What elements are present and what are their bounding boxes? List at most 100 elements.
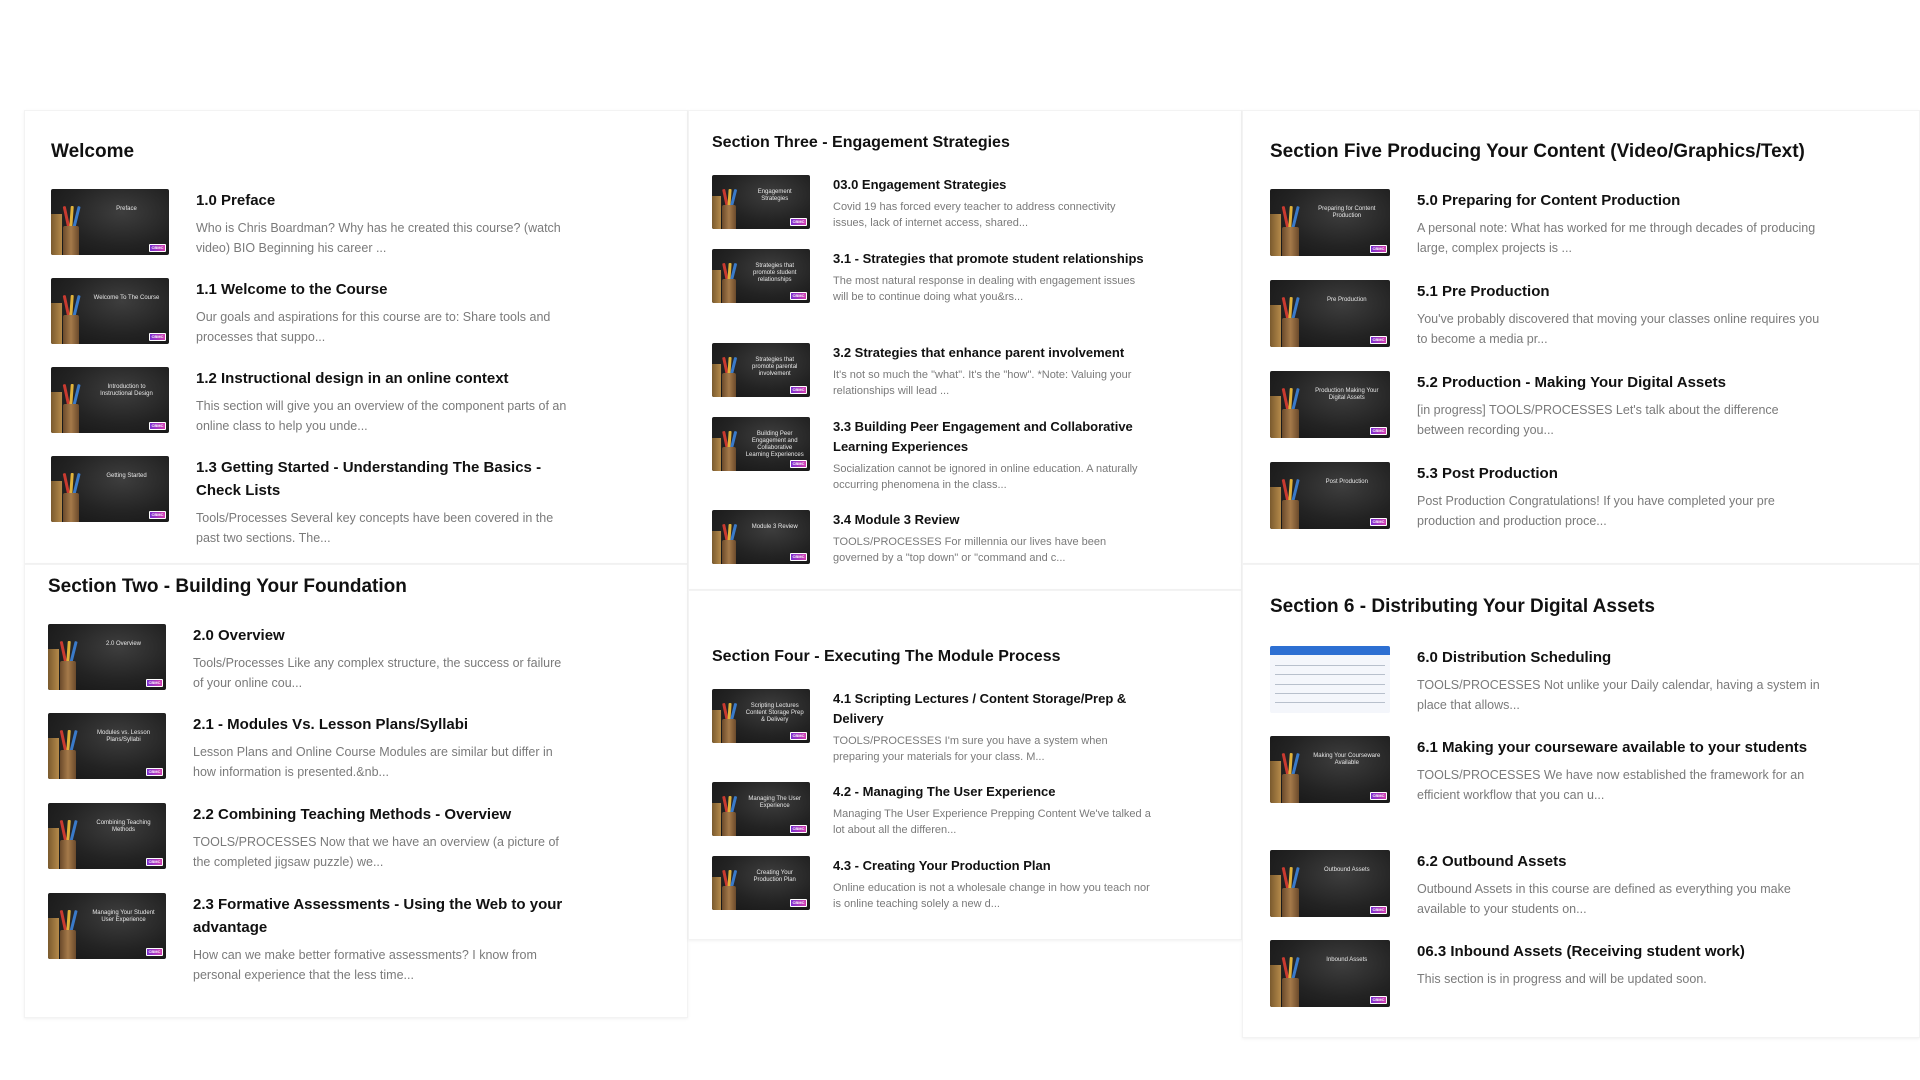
lesson-item[interactable]: Creating Your Production Plan CBMC 4.3 - … <box>712 856 1152 912</box>
section-six-title: Section 6 - Distributing Your Digital As… <box>1270 596 1655 617</box>
lesson-thumbnail[interactable]: Making Your Courseware Available CBMC <box>1270 736 1390 803</box>
lesson-title[interactable]: 5.3 Post Production <box>1417 462 1820 485</box>
lesson-item[interactable]: Production Making Your Digital Assets CBM… <box>1270 371 1820 440</box>
lesson-title[interactable]: 1.0 Preface <box>196 189 571 212</box>
lesson-title[interactable]: 5.2 Production - Making Your Digital Ass… <box>1417 371 1820 394</box>
lesson-title[interactable]: 3.4 Module 3 Review <box>833 510 1152 530</box>
lesson-item[interactable]: Building Peer Engagement and Collaborati… <box>712 417 1152 493</box>
lesson-title[interactable]: 3.2 Strategies that enhance parent invol… <box>833 343 1152 363</box>
lesson-item[interactable]: Outbound Assets CBMC 6.2 Outbound Assets … <box>1270 850 1820 919</box>
lesson-thumbnail[interactable]: Building Peer Engagement and Collaborati… <box>712 417 810 471</box>
lesson-description: TOOLS/PROCESSES I'm sure you have a syst… <box>833 735 1108 763</box>
lesson-thumbnail[interactable] <box>1270 646 1390 713</box>
lesson-description: Outbound Assets in this course are defin… <box>1417 882 1791 916</box>
lesson-title[interactable]: 3.3 Building Peer Engagement and Collabo… <box>833 417 1152 457</box>
lesson-thumbnail[interactable]: Inbound Assets CBMC <box>1270 940 1390 1007</box>
lesson-item[interactable]: Preface CBMC 1.0 Preface Who is Chris Boa… <box>51 189 571 258</box>
lesson-title[interactable]: 1.3 Getting Started - Understanding The … <box>196 456 571 502</box>
lesson-item[interactable]: Introduction to Instructional Design CBMC… <box>51 367 571 436</box>
lesson-thumbnail[interactable]: Pre Production CBMC <box>1270 280 1390 347</box>
section-four-title: Section Four - Executing The Module Proc… <box>712 648 1061 665</box>
lesson-description: Socialization cannot be ignored in onlin… <box>833 463 1138 491</box>
lesson-title[interactable]: 4.1 Scripting Lectures / Content Storage… <box>833 689 1152 729</box>
lesson-thumbnail[interactable]: Engagement Strategies CBMC <box>712 175 810 229</box>
lesson-item[interactable]: Preparing for Content Production CBMC 5.0… <box>1270 189 1820 258</box>
section-two-title: Section Two - Building Your Foundation <box>48 576 407 597</box>
lesson-item[interactable]: Welcome To The Course CBMC 1.1 Welcome to… <box>51 278 571 347</box>
lesson-thumbnail[interactable]: Scripting Lectures Content Storage Prep … <box>712 689 810 743</box>
lesson-description: TOOLS/PROCESSES Now that we have an over… <box>193 835 559 869</box>
lesson-description: Tools/Processes Several key concepts hav… <box>196 511 554 545</box>
lesson-description: This section will give you an overview o… <box>196 399 567 433</box>
lesson-thumbnail[interactable]: Strategies that promote parental involve… <box>712 343 810 397</box>
lesson-item[interactable]: Pre Production CBMC 5.1 Pre Production Yo… <box>1270 280 1820 349</box>
lesson-thumbnail[interactable]: Preparing for Content Production CBMC <box>1270 189 1390 256</box>
lesson-thumbnail[interactable]: 2.0 Overview CBMC <box>48 624 166 690</box>
lesson-title[interactable]: 3.1 - Strategies that promote student re… <box>833 249 1152 269</box>
lesson-description: Online education is not a wholesale chan… <box>833 882 1150 910</box>
lesson-item[interactable]: Managing The User Experience CBMC 4.2 - M… <box>712 782 1152 838</box>
section-three-title: Section Three - Engagement Strategies <box>712 134 1010 151</box>
lesson-thumbnail[interactable]: Introduction to Instructional Design CBMC <box>51 367 169 433</box>
lesson-description: How can we make better formative assessm… <box>193 948 537 982</box>
lesson-description: [in progress] TOOLS/PROCESSES Let's talk… <box>1417 403 1779 437</box>
lesson-thumbnail[interactable]: Creating Your Production Plan CBMC <box>712 856 810 910</box>
lesson-thumbnail[interactable]: Outbound Assets CBMC <box>1270 850 1390 917</box>
lesson-title[interactable]: 1.1 Welcome to the Course <box>196 278 571 301</box>
lesson-title[interactable]: 5.1 Pre Production <box>1417 280 1820 303</box>
lesson-title[interactable]: 2.3 Formative Assessments - Using the We… <box>193 893 571 939</box>
lesson-thumbnail[interactable]: Module 3 Review CBMC <box>712 510 810 564</box>
lesson-description: A personal note: What has worked for me … <box>1417 221 1816 255</box>
lesson-item[interactable]: Post Production CBMC 5.3 Post Production … <box>1270 462 1820 531</box>
lesson-thumbnail[interactable]: Welcome To The Course CBMC <box>51 278 169 344</box>
lesson-description: Managing The User Experience Prepping Co… <box>833 808 1151 836</box>
lesson-item[interactable]: Strategies that promote parental involve… <box>712 343 1152 399</box>
lesson-title[interactable]: 03.0 Engagement Strategies <box>833 175 1152 195</box>
lesson-item[interactable]: 2.0 Overview CBMC 2.0 Overview Tools/Proc… <box>48 624 571 693</box>
lesson-description: TOOLS/PROCESSES For millennia our lives … <box>833 536 1107 564</box>
lesson-description: This section is in progress and will be … <box>1417 972 1707 986</box>
lesson-description: TOOLS/PROCESSES Not unlike your Daily ca… <box>1417 678 1820 712</box>
lesson-item[interactable]: Getting Started CBMC 1.3 Getting Started … <box>51 456 571 548</box>
lesson-title[interactable]: 6.2 Outbound Assets <box>1417 850 1820 873</box>
lesson-description: TOOLS/PROCESSES We have now established … <box>1417 768 1805 802</box>
lesson-item[interactable]: Making Your Courseware Available CBMC 6.1… <box>1270 736 1820 805</box>
lesson-description: The most natural response in dealing wit… <box>833 275 1136 303</box>
lesson-title[interactable]: 6.0 Distribution Scheduling <box>1417 646 1820 669</box>
lesson-title[interactable]: 5.0 Preparing for Content Production <box>1417 189 1820 212</box>
lesson-item[interactable]: Managing Your Student User Experience CBM… <box>48 893 571 985</box>
lesson-description: Tools/Processes Like any complex structu… <box>193 656 562 690</box>
lesson-title[interactable]: 4.2 - Managing The User Experience <box>833 782 1152 802</box>
lesson-title[interactable]: 2.2 Combining Teaching Methods - Overvie… <box>193 803 571 826</box>
lesson-item[interactable]: Inbound Assets CBMC 06.3 Inbound Assets (… <box>1270 940 1820 1007</box>
lesson-item[interactable]: Module 3 Review CBMC 3.4 Module 3 Review … <box>712 510 1152 566</box>
lesson-title[interactable]: 2.1 - Modules Vs. Lesson Plans/Syllabi <box>193 713 571 736</box>
welcome-title: Welcome <box>51 141 135 162</box>
lesson-title[interactable]: 2.0 Overview <box>193 624 571 647</box>
lesson-thumbnail[interactable]: Strategies that promote student relation… <box>712 249 810 303</box>
lesson-thumbnail[interactable]: Getting Started CBMC <box>51 456 169 522</box>
lesson-item[interactable]: Engagement Strategies CBMC 03.0 Engagemen… <box>712 175 1152 231</box>
lesson-item[interactable]: Strategies that promote student relation… <box>712 249 1152 305</box>
lesson-thumbnail[interactable]: Modules vs. Lesson Plans/Syllabi CBMC <box>48 713 166 779</box>
lesson-description: Who is Chris Boardman? Why has he create… <box>196 221 561 255</box>
lesson-description: Lesson Plans and Online Course Modules a… <box>193 745 553 779</box>
lesson-thumbnail[interactable]: Managing Your Student User Experience CBM… <box>48 893 166 959</box>
lesson-thumbnail[interactable]: Preface CBMC <box>51 189 169 255</box>
lesson-description: Post Production Congratulations! If you … <box>1417 494 1775 528</box>
lesson-item[interactable]: Modules vs. Lesson Plans/Syllabi CBMC 2.1… <box>48 713 571 782</box>
lesson-title[interactable]: 1.2 Instructional design in an online co… <box>196 367 571 390</box>
lesson-item[interactable]: 6.0 Distribution Scheduling TOOLS/PROCES… <box>1270 646 1820 715</box>
lesson-thumbnail[interactable]: Managing The User Experience CBMC <box>712 782 810 836</box>
lesson-item[interactable]: Scripting Lectures Content Storage Prep … <box>712 689 1152 765</box>
lesson-thumbnail[interactable]: Combining Teaching Methods CBMC <box>48 803 166 869</box>
lesson-description: Covid 19 has forced every teacher to add… <box>833 201 1116 229</box>
lesson-thumbnail[interactable]: Post Production CBMC <box>1270 462 1390 529</box>
lesson-thumbnail[interactable]: Production Making Your Digital Assets CBM… <box>1270 371 1390 438</box>
lesson-item[interactable]: Combining Teaching Methods CBMC 2.2 Combi… <box>48 803 571 872</box>
lesson-title[interactable]: 6.1 Making your courseware available to … <box>1417 736 1820 759</box>
lesson-title[interactable]: 06.3 Inbound Assets (Receiving student w… <box>1417 940 1745 963</box>
lesson-title[interactable]: 4.3 - Creating Your Production Plan <box>833 856 1152 876</box>
lesson-description: It's not so much the "what". It's the "h… <box>833 369 1132 397</box>
lesson-description: You've probably discovered that moving y… <box>1417 312 1820 346</box>
